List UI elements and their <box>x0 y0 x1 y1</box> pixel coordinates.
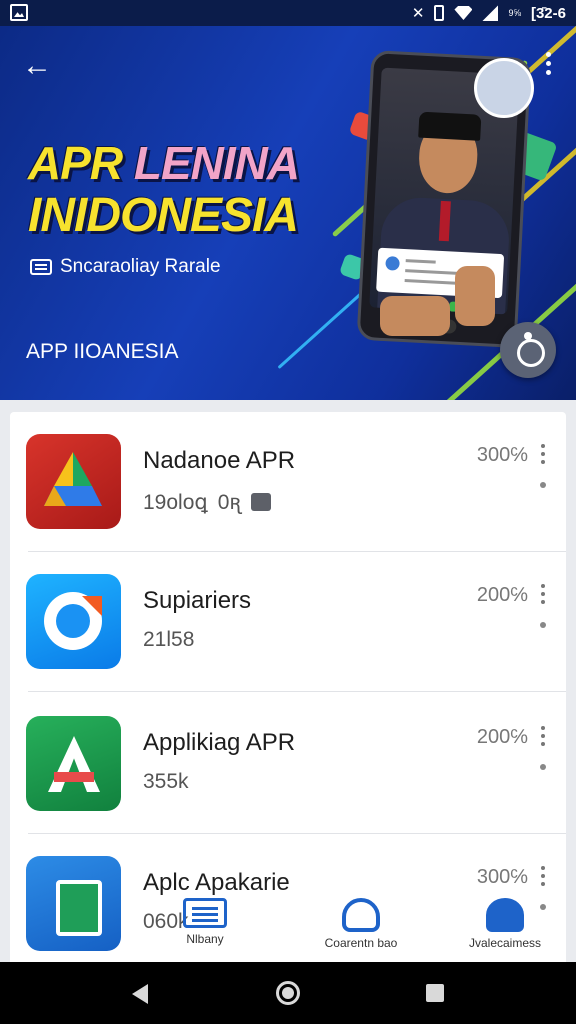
app-meta-text: 21l58 <box>143 628 195 651</box>
back-arrow-icon[interactable]: ← <box>22 51 52 82</box>
battery-percent: 9⅝ <box>508 8 521 18</box>
nav-label: Nlbany <box>186 932 224 946</box>
signal-icon <box>482 5 499 21</box>
person-cap <box>418 111 482 141</box>
gallery-notification-icon <box>10 4 28 21</box>
mail-icon <box>30 259 52 275</box>
banner-subtitle: APP IIOANESIA <box>26 340 179 363</box>
mini-avatar <box>385 256 400 271</box>
status-icons: ✕ 9⅝ [3̄2-6 <box>412 3 566 23</box>
system-home-icon[interactable] <box>276 981 300 1005</box>
system-navigation-bar <box>0 962 576 1024</box>
status-dot <box>540 764 546 770</box>
app-meta-text: 19oloꝗ <box>143 490 208 514</box>
nav-label: Jvalecaimess <box>468 936 542 950</box>
folder-icon <box>250 493 271 511</box>
more-options-icon[interactable] <box>546 52 552 78</box>
account-icon <box>342 898 380 932</box>
app-percent: 200℅ <box>476 726 528 748</box>
banner-tagline: Sncaraoliay Rarale <box>30 256 221 278</box>
status-time: [3̄2-6 <box>530 4 566 22</box>
row-more-icon[interactable] <box>541 866 546 890</box>
bottom-navigation: Nlbany Coarentn bao Jvalecaimess <box>160 892 576 962</box>
app-list: Nadanoe APR 19oloꝗ 0ꭆ 300℅ Supiariers 21… <box>10 412 566 972</box>
letter-a-icon <box>26 716 121 811</box>
app-title: Supiariers <box>143 587 252 614</box>
list-item[interactable]: Applikiag APR 355k 200℅ <box>10 694 566 834</box>
nav-account[interactable]: Coarentn bao <box>296 892 426 962</box>
status-dot <box>540 482 546 488</box>
system-back-icon[interactable] <box>132 984 148 1004</box>
banner-title-line1: APR LENINA <box>28 137 300 189</box>
app-meta-text: 355k <box>143 770 189 793</box>
decor-badge <box>474 58 534 118</box>
app-meta: 19oloꝗ 0ꭆ <box>143 488 271 516</box>
sync-ring-icon <box>26 574 121 669</box>
silent-mode-icon: ✕ <box>411 5 425 22</box>
list-item[interactable]: Supiariers 21l58 200℅ <box>10 552 566 692</box>
nav-library[interactable]: Nlbany <box>140 892 270 962</box>
updates-icon <box>486 898 524 932</box>
battery-saver-icon <box>434 5 445 21</box>
library-icon <box>183 898 227 928</box>
wifi-icon <box>454 6 473 20</box>
hand-right <box>455 266 495 326</box>
system-recents-icon[interactable] <box>426 984 444 1002</box>
banner-title-line2: INIDONESIA <box>28 189 299 242</box>
divider <box>28 691 566 692</box>
app-meta: 21l58 <box>143 628 194 652</box>
nav-label: Coarentn bao <box>324 936 398 950</box>
row-more-icon[interactable] <box>541 584 546 608</box>
text-line <box>405 259 436 264</box>
person-tie <box>438 200 451 242</box>
header-banner: ← APR LENINA INIDONESIA Sncaraoliay Rara… <box>0 26 576 400</box>
tagline-text: Sncaraoliay Rarale <box>60 256 221 277</box>
app-percent: 300℅ <box>476 866 528 888</box>
app-title: Applikiag APR <box>143 729 296 756</box>
drive-triangle-icon <box>26 434 121 529</box>
app-meta: 355k <box>143 770 189 794</box>
row-more-icon[interactable] <box>541 726 546 750</box>
list-item[interactable]: Nadanoe APR 19oloꝗ 0ꭆ 300℅ <box>10 412 566 552</box>
app-percent: 300℅ <box>476 444 528 466</box>
app-meta-extra: 0ꭆ <box>217 491 241 514</box>
status-dot <box>540 622 546 628</box>
row-more-icon[interactable] <box>541 444 546 468</box>
app-percent: 200℅ <box>476 584 528 606</box>
nav-updates[interactable]: Jvalecaimess <box>440 892 570 962</box>
settings-fab[interactable] <box>500 322 556 378</box>
app-title: Nadanoe APR <box>143 447 296 474</box>
status-bar: ✕ 9⅝ [3̄2-6 <box>0 0 576 26</box>
spreadsheet-icon <box>26 856 121 951</box>
hand-left <box>380 296 450 336</box>
